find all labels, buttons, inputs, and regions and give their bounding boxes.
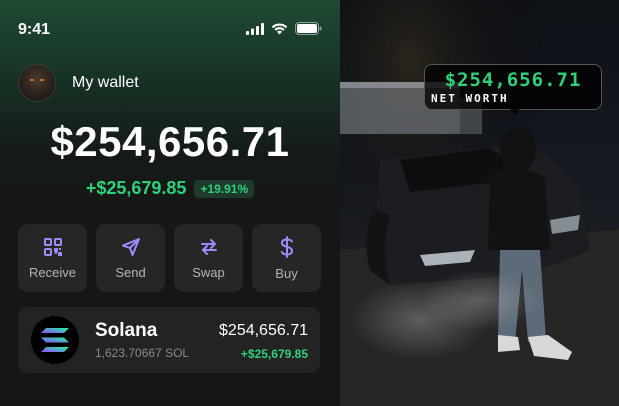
change-percent-badge: +19.91% — [194, 179, 255, 198]
status-time: 9:41 — [18, 21, 51, 38]
avatar[interactable] — [18, 64, 56, 102]
net-worth-value: $254,656.71 — [444, 69, 582, 91]
overlay-pointer — [509, 108, 521, 115]
status-bar: 9:41 — [0, 0, 340, 50]
solana-asset-row[interactable]: Solana 1,623.70667 SOL $254,656.71 +$25,… — [18, 307, 320, 373]
balance-change: +$25,679.85 +19.91% — [0, 178, 340, 199]
receive-label: Receive — [29, 264, 76, 280]
net-worth-overlay: $254,656.71 NET WORTH — [424, 64, 602, 115]
asset-amount: 1,623.70667 SOL — [95, 346, 190, 360]
battery-icon — [295, 22, 322, 40]
qr-code-icon — [43, 237, 63, 257]
buy-label: Buy — [275, 265, 298, 281]
receive-button[interactable]: Receive — [18, 224, 87, 292]
wallet-header: My wallet — [18, 64, 139, 102]
asset-name: Solana — [95, 320, 158, 341]
wifi-icon — [271, 22, 288, 40]
send-button[interactable]: Send — [96, 224, 165, 292]
cellular-signal-icon — [246, 22, 264, 40]
swap-arrows-icon — [199, 237, 219, 257]
total-balance: $254,656.71 — [50, 118, 290, 165]
net-worth-caption: NET WORTH — [431, 92, 509, 105]
wallet-title: My wallet — [72, 74, 139, 91]
night-car-photo — [340, 0, 619, 406]
send-arrow-icon — [121, 237, 141, 257]
buy-button[interactable]: Buy — [252, 224, 321, 292]
status-icons — [246, 22, 322, 40]
change-amount: +$25,679.85 — [85, 178, 187, 198]
send-label: Send — [115, 264, 146, 280]
photo-panel: $254,656.71 NET WORTH — [340, 0, 619, 406]
dollar-icon — [277, 235, 297, 258]
solana-logo-icon — [31, 316, 79, 364]
swap-label: Swap — [192, 264, 225, 280]
asset-value: $254,656.71 — [219, 322, 308, 339]
screen: 9:41 My wallet $254,656.71 +$25,679.85 +… — [0, 0, 619, 406]
asset-change: +$25,679.85 — [240, 347, 308, 361]
swap-button[interactable]: Swap — [174, 224, 243, 292]
wallet-app-panel: 9:41 My wallet $254,656.71 +$25,679.85 +… — [0, 0, 340, 406]
action-buttons: Receive Send Swap Buy — [18, 224, 321, 292]
